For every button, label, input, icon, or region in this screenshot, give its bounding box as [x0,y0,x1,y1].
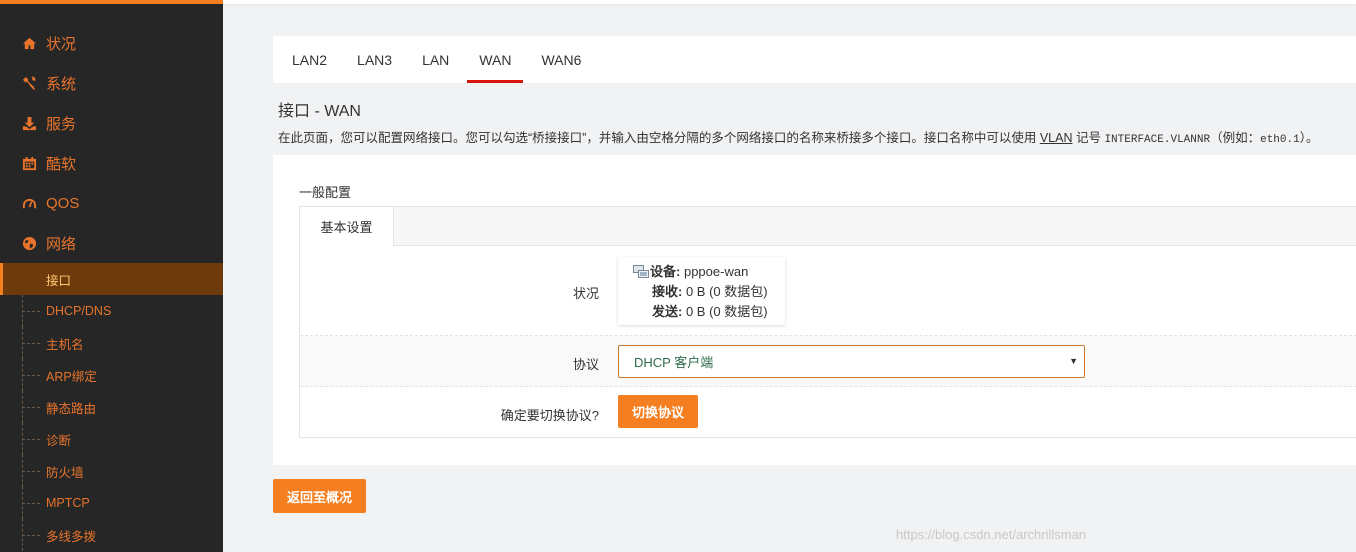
sidebar-subitem-mptcp[interactable]: MPTCP [0,487,223,519]
vlan-notation: INTERFACE.VLANNR [1104,134,1211,146]
page-description: 在此页面，您可以配置网络接口。您可以勾选“桥接接口”，并输入由空格分隔的多个网络… [278,131,1319,146]
protocol-row: 协议 DHCP 客户端 ▼ [300,336,1356,387]
sidebar-item-label: 系统 [46,75,77,93]
sidebar-subitem-label: 多线多拨 [46,529,97,544]
sidebar-subitem-interfaces[interactable]: 接口 [0,263,223,295]
config-panel: 一般配置 基本设置 状况 设备: pppoe-wan 接收: 0 B (0 数据… [273,155,1356,465]
caret-down-icon: ▼ [1069,356,1078,366]
sidebar-subitem-multiwan[interactable]: 多线多拨 [0,519,223,551]
sidebar-subitem-label: 主机名 [46,337,84,352]
switch-protocol-label: 确定要切换协议? [500,408,599,423]
tab-lan3[interactable]: LAN3 [345,36,404,83]
device-name: pppoe-wan [683,264,749,279]
config-section: 基本设置 状况 设备: pppoe-wan 接收: 0 B (0 数据包) 发送… [299,206,1356,438]
protocol-select[interactable]: DHCP 客户端 ▼ [618,345,1085,378]
home-icon [21,35,37,51]
section-legend: 一般配置 [299,185,352,200]
sidebar-item-label: 服务 [46,115,77,133]
sidebar-subitem-label: 诊断 [46,433,72,448]
section-tabs: 基本设置 [300,207,1356,246]
sidebar-subitem-hostnames[interactable]: 主机名 [0,327,223,359]
sidebar-subitem-firewall[interactable]: 防火墙 [0,455,223,487]
sidebar-subitem-label: ARP绑定 [46,369,97,384]
tools-icon [21,75,37,91]
tab-lan2[interactable]: LAN2 [280,36,339,83]
sidebar-item-qos[interactable]: QOS [0,183,223,223]
sidebar-subitem-label: 接口 [46,273,72,288]
sidebar-item-label: 网络 [46,235,77,253]
vlan-example: eth0.1 [1260,134,1300,146]
main-content: LAN2 LAN3 LAN WAN WAN6 接口 - WAN 在此页面，您可以… [223,0,1356,552]
rx-value: 0 B (0 数据包) [685,284,768,299]
sidebar-top-bar [0,0,223,4]
sidebar-item-status[interactable]: 状况 [0,23,223,63]
switch-protocol-button[interactable]: 切换协议 [618,395,698,428]
tab-wan[interactable]: WAN [467,36,524,83]
tab-lan[interactable]: LAN [410,36,461,83]
sidebar-menu: 状况 系统 服务 酷软 QOS 网络 接口 DHCP/DNS 主机名 ARP绑定… [0,23,223,551]
tx-value: 0 B (0 数据包) [685,304,768,319]
calendar-icon [21,155,37,171]
back-to-overview-button[interactable]: 返回至概况 [273,479,366,513]
download-icon [21,115,37,131]
tab-wan6[interactable]: WAN6 [529,36,593,83]
sidebar-subitem-label: DHCP/DNS [46,304,112,318]
tab-basic-settings[interactable]: 基本设置 [300,207,394,246]
sidebar-item-system[interactable]: 系统 [0,63,223,103]
globe-icon [21,235,37,251]
watermark: https://blog.csdn.net/archrillsman [896,527,1087,542]
protocol-label: 协议 [572,357,599,372]
top-header-bar [223,0,1356,4]
sidebar-subitem-label: 防火墙 [46,465,84,480]
interface-tabs: LAN2 LAN3 LAN WAN WAN6 [273,36,1356,83]
network-device-icon [633,265,649,278]
sidebar-subitem-diagnostics[interactable]: 诊断 [0,423,223,455]
status-label: 状况 [572,286,599,301]
sidebar-item-label: 酷软 [46,155,77,173]
page-title: 接口 - WAN [278,103,361,120]
protocol-selected-value: DHCP 客户端 [634,355,714,370]
status-row: 状况 设备: pppoe-wan 接收: 0 B (0 数据包) 发送: 0 B… [300,246,1356,336]
sidebar-subitem-label: 静态路由 [46,401,97,416]
vlan-link[interactable]: VLAN [1040,131,1073,145]
sidebar-subitem-static-routes[interactable]: 静态路由 [0,391,223,423]
network-submenu: 接口 DHCP/DNS 主机名 ARP绑定 静态路由 诊断 防火墙 MPTCP … [0,263,223,551]
sidebar-subitem-label: MPTCP [46,496,90,510]
sidebar-subitem-dhcp-dns[interactable]: DHCP/DNS [0,295,223,327]
sidebar-item-label: 状况 [46,35,77,53]
sidebar-item-apps[interactable]: 酷软 [0,143,223,183]
status-card: 设备: pppoe-wan 接收: 0 B (0 数据包) 发送: 0 B (0… [618,257,785,325]
switch-protocol-row: 确定要切换协议? 切换协议 [300,387,1356,438]
sidebar-item-services[interactable]: 服务 [0,103,223,143]
sidebar: 状况 系统 服务 酷软 QOS 网络 接口 DHCP/DNS 主机名 ARP绑定… [0,0,223,552]
gauge-icon [21,195,37,211]
sidebar-item-network[interactable]: 网络 [0,223,223,263]
sidebar-item-label: QOS [46,194,80,212]
sidebar-subitem-arp-binding[interactable]: ARP绑定 [0,359,223,391]
